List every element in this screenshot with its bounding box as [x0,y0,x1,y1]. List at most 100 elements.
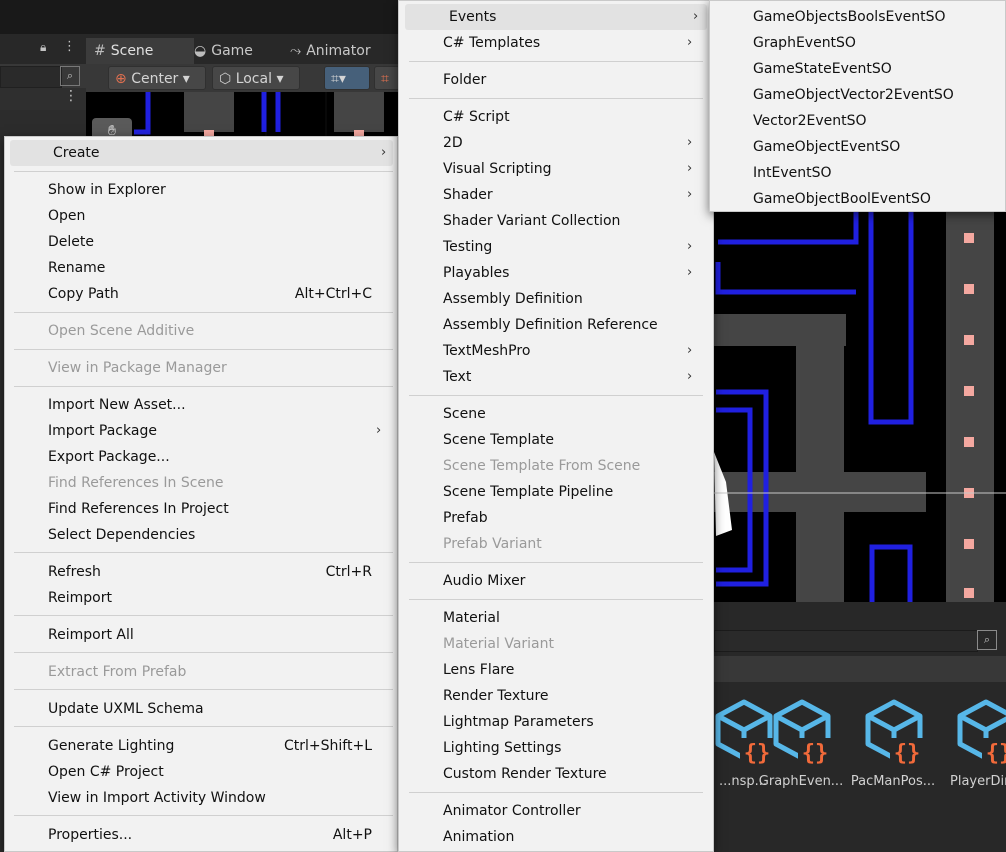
lock-icon[interactable]: 🔒︎ [40,40,46,55]
menu-separator [409,562,703,563]
events-menu-item-vector2eventso[interactable]: Vector2EventSO [710,108,1005,134]
menu-item-label: Custom Render Texture [443,766,607,782]
menu-item-label: View in Package Manager [48,360,227,376]
menu-item-label: Scene Template [443,432,555,448]
tab-animator[interactable]: ⤳ Animator [282,38,400,64]
menu-item-label: Reimport All [48,627,134,643]
space-mode-dropdown[interactable]: ⬡ Local ▾ [212,66,300,90]
maze-corridor [796,314,844,602]
context-menu-item-view-in-import-activity-window[interactable]: View in Import Activity Window [5,785,397,811]
create-menu-item-shader[interactable]: Shader › [399,182,713,208]
asset-item[interactable]: {} PacManPos... [850,690,936,800]
create-menu-item-custom-render-texture[interactable]: Custom Render Texture [399,761,713,787]
events-menu-item-gameobjectsboolseventso[interactable]: GameObjectsBoolsEventSO [710,4,1005,30]
menu-item-label: C# Script [443,109,510,125]
create-menu-item-lighting-settings[interactable]: Lighting Settings [399,735,713,761]
menu-item-label: Import New Asset... [48,397,186,413]
hierarchy-search-input[interactable] [0,66,62,88]
create-menu-item-lens-flare[interactable]: Lens Flare [399,657,713,683]
events-submenu: GameObjectsBoolsEventSO GraphEventSO GameS… [709,0,1006,212]
menu-item-label: Refresh [48,564,101,580]
context-menu-item-open-c-project[interactable]: Open C# Project [5,759,397,785]
pellet [964,588,974,598]
context-menu-item-export-package[interactable]: Export Package... [5,444,397,470]
context-menu-item-delete[interactable]: Delete [5,229,397,255]
menu-item-shortcut: Alt+Ctrl+C [294,286,372,302]
create-menu-item-c-script[interactable]: C# Script [399,104,713,130]
context-menu-item-select-dependencies[interactable]: Select Dependencies [5,522,397,548]
create-menu-item-playables[interactable]: Playables › [399,260,713,286]
context-menu-item-reimport[interactable]: Reimport [5,585,397,611]
create-menu-item-testing[interactable]: Testing › [399,234,713,260]
create-menu-item-assembly-definition-reference[interactable]: Assembly Definition Reference [399,312,713,338]
create-menu-item-events[interactable]: Events › [405,4,707,30]
asset-item[interactable]: {} GraphEven... [758,690,844,800]
create-menu-item-prefab[interactable]: Prefab [399,505,713,531]
events-menu-item-gameobjectvector2eventso[interactable]: GameObjectVector2EventSO [710,82,1005,108]
increment-snap-button[interactable]: ⌗ [374,66,400,90]
create-menu-item-lightmap-parameters[interactable]: Lightmap Parameters [399,709,713,735]
context-menu-item-import-new-asset[interactable]: Import New Asset... [5,392,397,418]
menu-item-label: Export Package... [48,449,170,465]
tab-scene[interactable]: # Scene [86,38,194,64]
create-menu-item-textmeshpro[interactable]: TextMeshPro › [399,338,713,364]
events-menu-item-gameobjectbooleventso[interactable]: GameObjectBoolEventSO [710,186,1005,212]
menu-item-label: Shader [443,187,493,203]
context-menu-item-open[interactable]: Open [5,203,397,229]
create-menu-item-text[interactable]: Text › [399,364,713,390]
create-menu-item-c-templates[interactable]: C# Templates › [399,30,713,56]
chevron-right-icon: › [687,343,693,358]
create-menu-item-folder[interactable]: Folder [399,67,713,93]
events-menu-item-grapheventso[interactable]: GraphEventSO [710,30,1005,56]
context-menu-item-properties[interactable]: Properties... Alt+P [5,822,397,848]
context-menu-item-copy-path[interactable]: Copy Path Alt+Ctrl+C [5,281,397,307]
menu-item-label: IntEventSO [753,165,832,181]
pellet [964,539,974,549]
menu-item-label: Text [443,369,472,385]
svg-text:{}: {} [802,741,829,766]
create-menu-item-material[interactable]: Material [399,605,713,631]
events-menu-item-gameobjecteventso[interactable]: GameObjectEventSO [710,134,1005,160]
context-menu-item-find-references-in-scene: Find References In Scene [5,470,397,496]
scriptable-object-icon: {} [957,699,1006,766]
context-menu-item-refresh[interactable]: Refresh Ctrl+R [5,559,397,585]
asset-item[interactable]: {} PlayerDir [942,690,1006,800]
context-menu-item-import-package[interactable]: Import Package › [5,418,397,444]
grid-snap-button[interactable]: ⌗▾ [324,66,370,90]
pivot-mode-dropdown[interactable]: ⊕ Center ▾ [108,66,206,90]
project-breadcrumb-bar [714,656,1006,682]
context-menu-item-create[interactable]: Create › [10,140,393,166]
create-menu-item-animation[interactable]: Animation [399,824,713,850]
create-menu-item-audio-mixer[interactable]: Audio Mixer [399,568,713,594]
create-menu-item-assembly-definition[interactable]: Assembly Definition [399,286,713,312]
create-menu-item-visual-scripting[interactable]: Visual Scripting › [399,156,713,182]
menu-item-label: Playables [443,265,510,281]
create-menu-item-shader-variant-collection[interactable]: Shader Variant Collection [399,208,713,234]
menu-item-label: GameObjectBoolEventSO [753,191,931,207]
chevron-right-icon: › [381,145,387,160]
context-menu-item-show-in-explorer[interactable]: Show in Explorer [5,177,397,203]
context-menu-item-update-uxml-schema[interactable]: Update UXML Schema [5,696,397,722]
context-menu-item-rename[interactable]: Rename [5,255,397,281]
kebab-menu-icon[interactable]: ⋮ [64,88,78,104]
create-menu-item-2d[interactable]: 2D › [399,130,713,156]
context-menu-item-reimport-all[interactable]: Reimport All [5,622,397,648]
context-menu-item-find-references-in-project[interactable]: Find References In Project [5,496,397,522]
tab-game[interactable]: ◒ Game [186,38,284,64]
create-menu-item-scene-template[interactable]: Scene Template [399,427,713,453]
context-menu-item-generate-lighting[interactable]: Generate Lighting Ctrl+Shift+L [5,733,397,759]
create-menu-item-scene-template-pipeline[interactable]: Scene Template Pipeline [399,479,713,505]
search-icon[interactable]: ⌕ [60,66,80,86]
project-search-input[interactable] [714,630,978,652]
events-menu-item-gamestateeventso[interactable]: GameStateEventSO [710,56,1005,82]
kebab-menu-icon[interactable]: ⋮ [63,39,76,54]
menu-item-label: Material [443,610,500,626]
create-menu-item-scene[interactable]: Scene [399,401,713,427]
events-menu-item-inteventso[interactable]: IntEventSO [710,160,1005,186]
menu-item-label: Delete [48,234,94,250]
menu-item-shortcut: Alt+P [332,827,372,843]
create-menu-item-animator-controller[interactable]: Animator Controller [399,798,713,824]
menu-separator [14,689,393,690]
search-icon[interactable]: ⌕ [977,630,997,650]
create-menu-item-render-texture[interactable]: Render Texture [399,683,713,709]
